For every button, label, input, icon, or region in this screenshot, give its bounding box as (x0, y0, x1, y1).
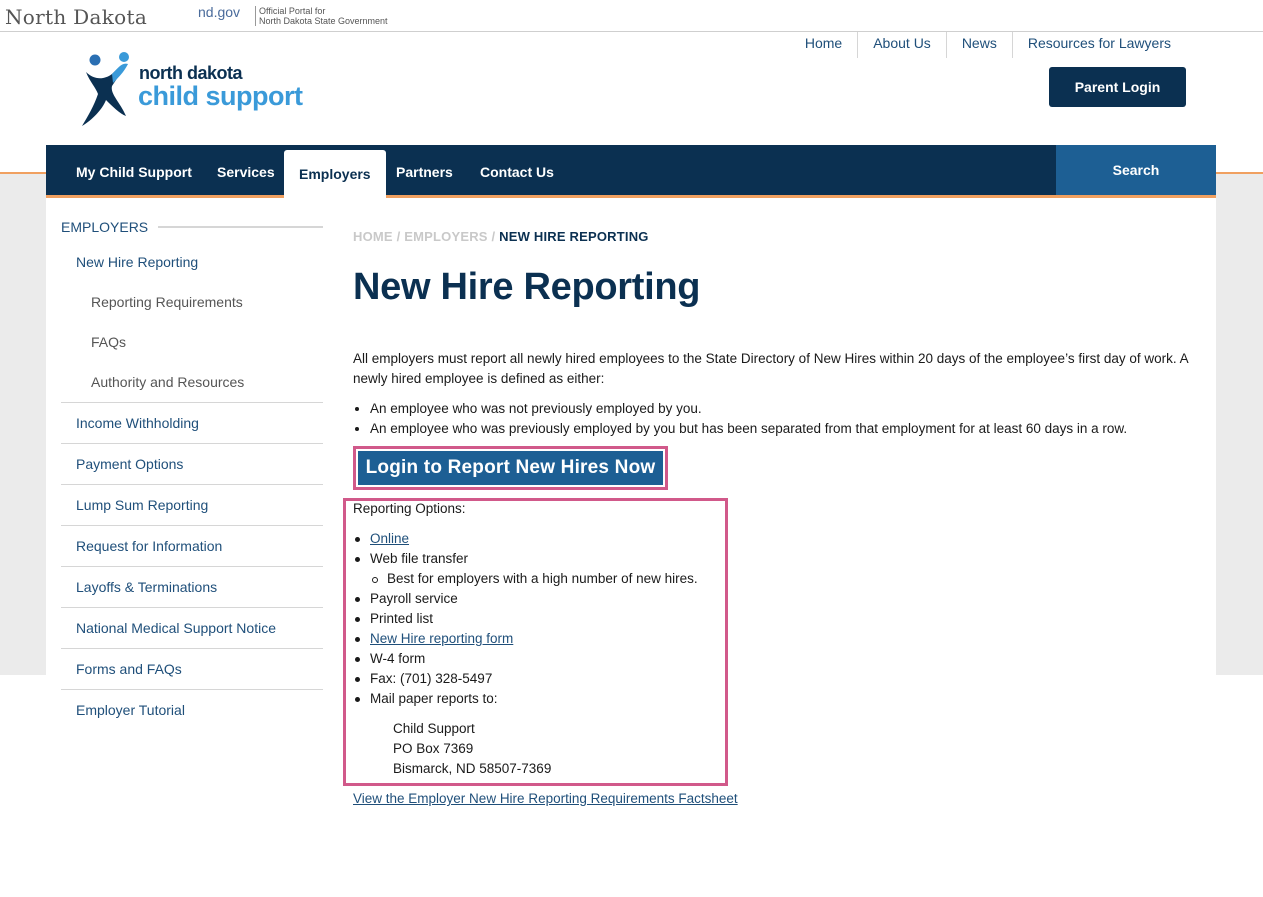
ndgov-logo[interactable]: nd.gov (198, 4, 240, 20)
nav-contact-us[interactable]: Contact Us (465, 145, 569, 198)
sidebar-item-authority-and-resources[interactable]: Authority and Resources (91, 374, 323, 390)
sidebar-item-forms-and-faqs[interactable]: Forms and FAQs (76, 661, 323, 677)
option-web-file-note: Best for employers with a high number of… (372, 569, 698, 589)
sidebar-divider (61, 525, 323, 526)
search-button[interactable]: Search (1056, 145, 1216, 195)
sidebar-divider (61, 402, 323, 403)
sidebar-item-faqs[interactable]: FAQs (91, 334, 323, 350)
mail-address-line: Bismarck, ND 58507-7369 (393, 761, 552, 776)
portal-tagline-line1: Official Portal for (259, 6, 326, 16)
breadcrumb-home[interactable]: HOME (353, 229, 393, 244)
sidebar-divider (61, 484, 323, 485)
sidebar-item-employer-tutorial[interactable]: Employer Tutorial (76, 702, 323, 718)
sidebar-item-layoffs-terminations[interactable]: Layoffs & Terminations (76, 579, 323, 595)
option-printed-list: Printed list (354, 609, 433, 629)
breadcrumb-employers[interactable]: EMPLOYERS (404, 229, 487, 244)
option-online: Online (354, 529, 409, 549)
site-logo[interactable]: north dakota child support (80, 50, 320, 128)
sidebar-heading: EMPLOYERS (61, 218, 323, 236)
parent-login-button[interactable]: Parent Login (1049, 67, 1186, 107)
sidebar-item-request-for-information[interactable]: Request for Information (76, 538, 323, 554)
sidebar-item-national-medical-support-notice[interactable]: National Medical Support Notice (76, 620, 323, 636)
sidebar-divider (61, 689, 323, 690)
sidebar-item-new-hire-reporting[interactable]: New Hire Reporting (76, 254, 323, 270)
intro-paragraph: All employers must report all newly hire… (353, 351, 1188, 386)
sidebar-divider (61, 566, 323, 567)
login-report-new-hires-button[interactable]: Login to Report New Hires Now (358, 451, 663, 485)
util-link-home[interactable]: Home (790, 32, 857, 58)
option-payroll-service: Payroll service (355, 589, 458, 609)
sidebar-item-reporting-requirements[interactable]: Reporting Requirements (91, 294, 323, 310)
nav-my-child-support[interactable]: My Child Support (61, 145, 207, 198)
sidebar-nav: EMPLOYERS New Hire Reporting Reporting R… (61, 218, 323, 718)
definition-list: An employee who was not previously emplo… (370, 399, 1127, 439)
new-hire-form-link[interactable]: New Hire reporting form (370, 631, 513, 646)
state-name[interactable]: North Dakota (5, 5, 147, 29)
sidebar-heading-label[interactable]: EMPLOYERS (61, 219, 148, 235)
reporting-options-label: Reporting Options: (353, 501, 466, 516)
option-w4-form: W-4 form (354, 649, 425, 669)
logo-text-program: child support (138, 81, 303, 111)
sidebar-divider (61, 443, 323, 444)
nav-partners[interactable]: Partners (381, 145, 468, 198)
util-link-resources-for-lawyers[interactable]: Resources for Lawyers (1011, 32, 1186, 58)
login-button-highlight: Login to Report New Hires Now (353, 446, 668, 490)
page-title: New Hire Reporting (353, 266, 701, 308)
util-link-news[interactable]: News (945, 32, 1012, 58)
option-new-hire-form: New Hire reporting form (354, 629, 513, 649)
portal-tagline: Official Portal for North Dakota State G… (255, 6, 388, 26)
state-portal-bar: North Dakota nd.gov Official Portal for … (0, 0, 1263, 32)
sidebar-item-lump-sum-reporting[interactable]: Lump Sum Reporting (76, 497, 323, 513)
breadcrumb-separator: / (491, 229, 496, 244)
portal-tagline-line2: North Dakota State Government (259, 16, 388, 26)
figure-logo-icon (82, 52, 129, 126)
option-mail: Mail paper reports to: (355, 689, 498, 709)
sidebar-divider (61, 648, 323, 649)
breadcrumb-current: NEW HIRE REPORTING (499, 229, 649, 244)
definition-item: An employee who was previously employed … (370, 419, 1127, 439)
sidebar-heading-rule (158, 226, 323, 228)
option-fax: Fax: (701) 328-5497 (354, 669, 492, 689)
main-nav: My Child Support Services Employers Part… (46, 145, 1216, 198)
mail-address-line: Child Support (393, 721, 475, 736)
online-link[interactable]: Online (370, 531, 409, 546)
mail-address-line: PO Box 7369 (393, 741, 474, 756)
sidebar-item-income-withholding[interactable]: Income Withholding (76, 415, 323, 431)
factsheet-link-wrap: View the Employer New Hire Reporting Req… (353, 789, 738, 809)
nav-employers[interactable]: Employers (284, 150, 386, 198)
breadcrumb-separator: / (396, 229, 401, 244)
factsheet-link[interactable]: View the Employer New Hire Reporting Req… (353, 791, 738, 806)
utility-nav: Home About Us News Resources for Lawyers (790, 32, 1186, 58)
util-link-about-us[interactable]: About Us (857, 32, 946, 58)
option-web-file-transfer: Web file transfer (354, 549, 468, 569)
sidebar-divider (61, 607, 323, 608)
definition-item: An employee who was not previously emplo… (370, 399, 1127, 419)
nav-services[interactable]: Services (202, 145, 290, 198)
sidebar-item-payment-options[interactable]: Payment Options (76, 456, 323, 472)
breadcrumb: HOME / EMPLOYERS / NEW HIRE REPORTING (353, 229, 649, 244)
